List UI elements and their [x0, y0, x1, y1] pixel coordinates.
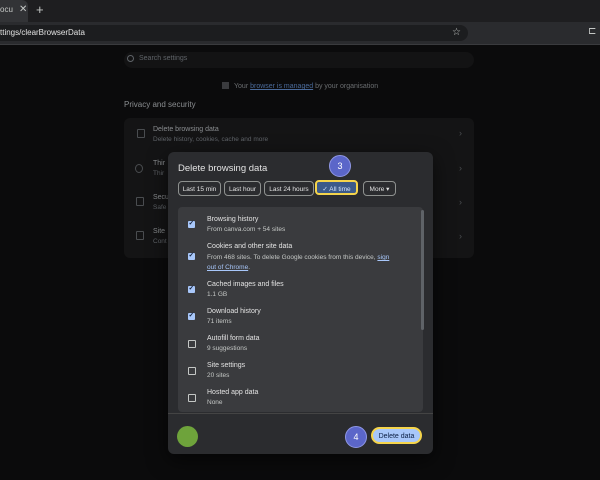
item-subtitle: 9 suggestions [207, 345, 248, 352]
range-all-time[interactable]: ✓ All time [315, 180, 358, 195]
row-title[interactable]: Site [153, 228, 165, 235]
checkbox-site-settings[interactable] [188, 367, 196, 375]
item-subtitle: 1.1 GB [207, 291, 228, 298]
new-tab-icon[interactable]: + [36, 2, 44, 17]
row-title[interactable]: Delete browsing data [153, 126, 219, 133]
managed-link[interactable]: browser is managed [250, 83, 313, 90]
close-icon[interactable]: ✕ [19, 4, 27, 15]
row-subtitle: Safe [153, 204, 167, 211]
row-title[interactable]: Secu [153, 194, 169, 201]
address-url[interactable]: ttings/clearBrowserData [0, 28, 85, 37]
step-badge-3: 3 [329, 155, 351, 177]
range-last-15-min[interactable]: Last 15 min [178, 181, 221, 196]
dialog-divider [168, 413, 433, 414]
item-subtitle: None [207, 399, 223, 406]
cookie-icon [135, 164, 143, 173]
sliders-icon [136, 231, 144, 240]
item-title[interactable]: Cookies and other site data [207, 243, 292, 250]
checkbox-cached-images[interactable] [188, 284, 195, 293]
range-last-24-hours[interactable]: Last 24 hours [264, 181, 314, 196]
checkbox-hosted-app-data[interactable] [188, 394, 196, 402]
row-title[interactable]: Thir [153, 160, 165, 167]
chevron-right-icon[interactable]: › [459, 231, 462, 241]
tab-title: ocu [0, 5, 13, 14]
item-subtitle: 71 items [207, 318, 232, 325]
section-title: Privacy and security [124, 100, 196, 109]
bookmark-star-icon[interactable]: ☆ [452, 27, 461, 38]
range-more-dropdown[interactable]: More ▾ [363, 181, 396, 196]
range-last-hour[interactable]: Last hour [224, 181, 261, 196]
sign-out-link[interactable]: sign [377, 254, 389, 261]
checkbox-autofill[interactable] [188, 340, 196, 348]
item-title[interactable]: Browsing history [207, 216, 258, 223]
search-icon [127, 55, 134, 62]
avatar[interactable] [177, 426, 198, 447]
managed-text-after: by your organisation [313, 83, 379, 90]
chevron-right-icon[interactable]: › [459, 197, 462, 207]
item-title[interactable]: Autofill form data [207, 335, 260, 342]
tab-strip [0, 0, 600, 22]
delete-data-button[interactable]: Delete data [371, 427, 422, 444]
managed-notice: Your browser is managed by your organisa… [234, 83, 378, 90]
shield-icon [136, 197, 144, 206]
row-subtitle: Cont [153, 238, 167, 245]
item-subtitle: From 468 sites. To delete Google cookies… [207, 253, 412, 273]
cookies-subtitle-end: . [248, 264, 250, 271]
chevron-right-icon[interactable]: › [459, 128, 462, 138]
search-input[interactable]: Search settings [139, 55, 187, 62]
building-icon [222, 82, 229, 89]
item-title[interactable]: Download history [207, 308, 261, 315]
managed-text-before: Your [234, 83, 251, 90]
trash-icon [137, 129, 145, 138]
row-subtitle: Delete history, cookies, cache and more [153, 136, 269, 143]
item-title[interactable]: Hosted app data [207, 389, 258, 396]
sign-out-link-cont[interactable]: out of Chrome [207, 264, 248, 271]
extension-icon[interactable]: ⊏ [588, 26, 596, 37]
list-scrollbar[interactable] [421, 210, 424, 330]
checkbox-download-history[interactable] [188, 311, 195, 320]
item-subtitle: From canva.com + 54 sites [207, 226, 286, 233]
item-subtitle: 20 sites [207, 372, 230, 379]
cookies-subtitle-text: From 468 sites. To delete Google cookies… [207, 254, 378, 261]
step-badge-4: 4 [345, 426, 367, 448]
row-subtitle: Thir [153, 170, 165, 177]
checkbox-browsing-history[interactable] [188, 219, 195, 228]
item-title[interactable]: Cached images and files [207, 281, 284, 288]
chevron-right-icon[interactable]: › [459, 163, 462, 173]
item-title[interactable]: Site settings [207, 362, 245, 369]
dialog-title: Delete browsing data [178, 163, 268, 174]
checkbox-cookies[interactable] [188, 251, 195, 260]
